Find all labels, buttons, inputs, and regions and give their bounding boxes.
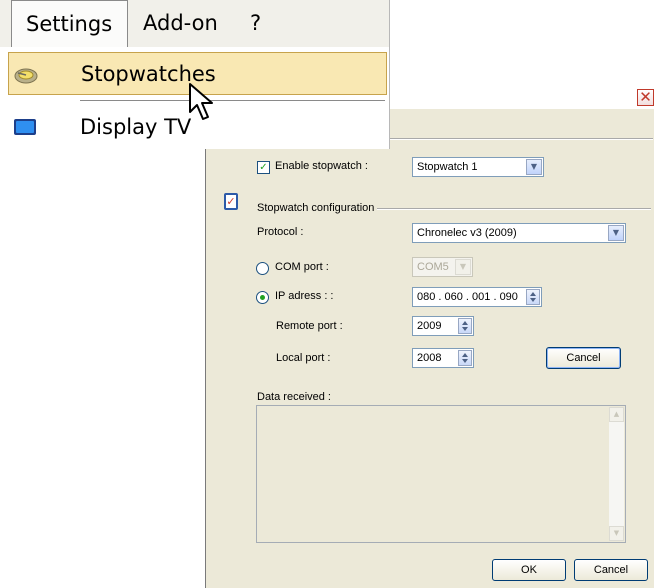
cancel-button[interactable]: Cancel — [574, 559, 648, 581]
com-port-select-value: COM5 — [417, 261, 449, 273]
remote-port-input[interactable]: 2009 — [412, 316, 474, 336]
menu-item-display-tv-label: Display TV — [80, 115, 192, 139]
remote-port-value: 2009 — [417, 320, 442, 332]
local-port-label: Local port : — [276, 352, 331, 364]
stopwatch-select-value: Stopwatch 1 — [417, 161, 478, 173]
settings-menu: Settings Add-on ? Stopwatches Display TV — [0, 0, 390, 149]
scroll-down-icon[interactable]: ▼ — [609, 526, 624, 541]
stopwatch-select[interactable]: Stopwatch 1 ▼ — [412, 157, 544, 177]
ip-address-input[interactable]: 080 . 060 . 001 . 090 — [412, 287, 542, 307]
com-port-label: COM port : — [275, 261, 329, 273]
local-port-spin-button[interactable] — [458, 350, 472, 366]
stopwatch-dialog: ✕ ✓ Enable stopwatch : Stopwatch 1 ▼ ✓ S… — [205, 87, 654, 588]
chevron-down-icon[interactable]: ▼ — [608, 225, 624, 241]
ip-address-label: IP adress : : — [275, 290, 334, 302]
ok-button[interactable]: OK — [492, 559, 566, 581]
monitor-icon — [14, 119, 36, 135]
menu-bar: Settings Add-on ? — [0, 0, 389, 47]
ip-spin-button[interactable] — [526, 289, 540, 305]
chevron-down-icon: ▼ — [455, 259, 471, 275]
data-received-scrollbar[interactable]: ▲ ▼ — [609, 407, 624, 541]
local-port-value: 2008 — [417, 352, 442, 364]
enable-stopwatch-label: Enable stopwatch : — [275, 160, 368, 172]
menu-add-on[interactable]: Add-on — [129, 0, 232, 47]
protocol-select-value: Chronelec v3 (2009) — [417, 227, 517, 239]
ip-address-radio[interactable] — [256, 291, 269, 304]
protocol-select[interactable]: Chronelec v3 (2009) ▼ — [412, 223, 626, 243]
mouse-cursor-icon — [189, 83, 213, 120]
config-divider — [377, 208, 651, 210]
remote-port-label: Remote port : — [276, 320, 343, 332]
com-port-radio[interactable] — [256, 262, 269, 275]
ip-address-value: 080 . 060 . 001 . 090 — [417, 291, 518, 303]
config-section-title: Stopwatch configuration — [257, 202, 375, 214]
menu-settings[interactable]: Settings — [11, 0, 128, 47]
enable-stopwatch-checkbox[interactable]: ✓ — [257, 161, 270, 174]
configuration-icon: ✓ — [224, 193, 238, 210]
close-icon[interactable]: ✕ — [637, 89, 654, 106]
data-received-label: Data received : — [257, 391, 331, 403]
menu-help[interactable]: ? — [236, 0, 275, 47]
remote-port-spin-button[interactable] — [458, 318, 472, 334]
chevron-down-icon[interactable]: ▼ — [526, 159, 542, 175]
protocol-label: Protocol : — [257, 226, 304, 238]
scroll-up-icon[interactable]: ▲ — [609, 407, 624, 422]
menu-separator — [80, 100, 385, 101]
com-port-select[interactable]: COM5 ▼ — [412, 257, 473, 277]
cancel-connection-button[interactable]: Cancel — [546, 347, 621, 369]
local-port-input[interactable]: 2008 — [412, 348, 474, 368]
stopwatch-icon — [14, 68, 38, 84]
data-received-textarea[interactable]: ▲ ▼ — [256, 405, 626, 543]
